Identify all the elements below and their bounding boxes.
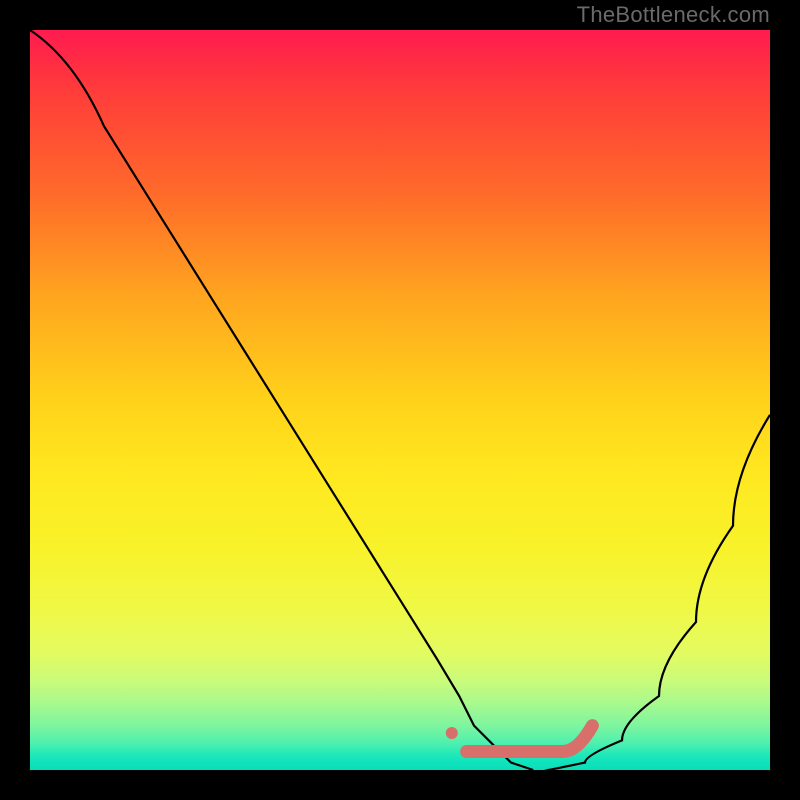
chart-stage: TheBottleneck.com [0,0,800,800]
bottleneck-curve-left [30,30,533,770]
plot-area [30,30,770,770]
marker-dot [446,727,458,739]
chart-svg [30,30,770,770]
attribution-label: TheBottleneck.com [577,2,770,28]
bottleneck-curve-right [533,415,770,772]
